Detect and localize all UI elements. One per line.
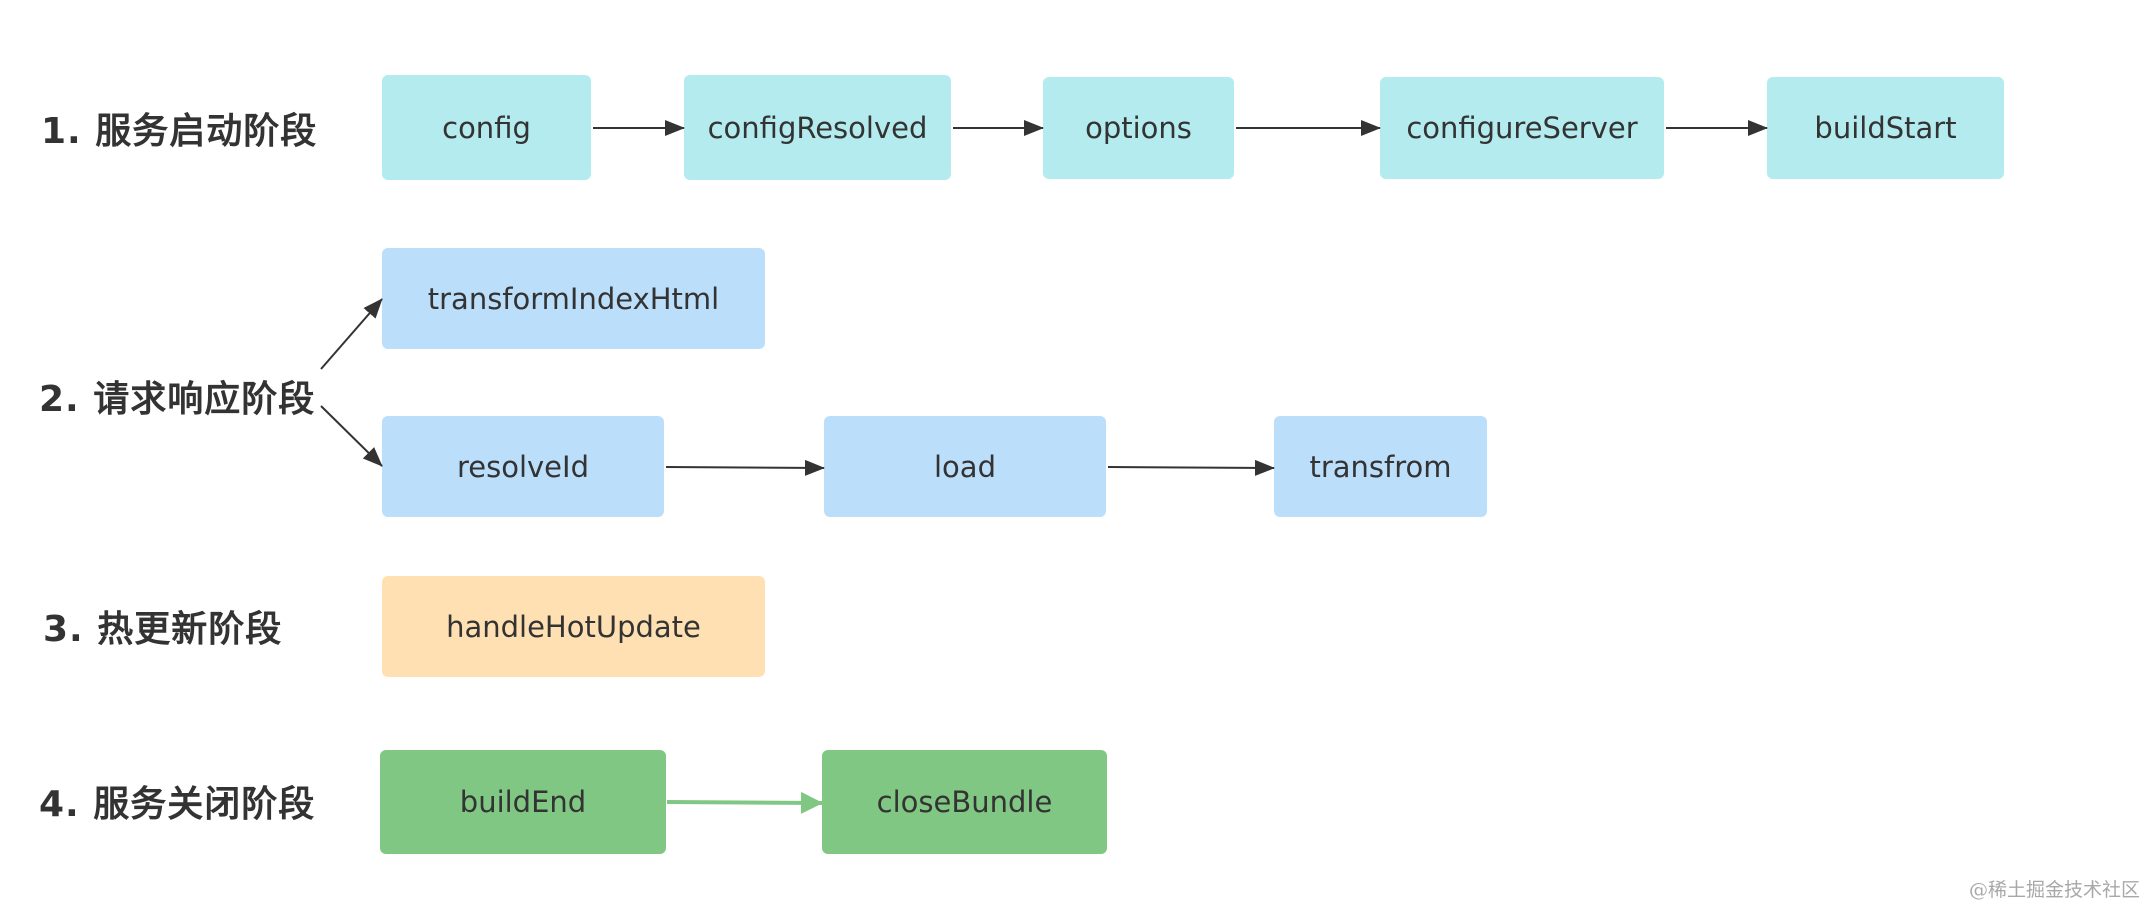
watermark: @稀土掘金技术社区 <box>1968 879 2140 901</box>
node-config: config <box>382 75 591 180</box>
node-options: options <box>1043 77 1234 179</box>
edge-stage2-resolveId <box>320 405 383 467</box>
edge-resolveId-load <box>665 459 825 476</box>
stage-label-hot-update: 3. 热更新阶段 <box>43 609 283 650</box>
stage-label-startup: 1. 服务启动阶段 <box>41 111 318 152</box>
node-configResolved: configResolved <box>684 75 951 180</box>
stage-label-request: 2. 请求响应阶段 <box>39 379 316 420</box>
node-buildStart: buildStart <box>1767 77 2004 179</box>
edge-buildEnd-closeBundle <box>666 791 823 814</box>
node-handleHotUpdate: handleHotUpdate <box>382 576 765 677</box>
node-resolveId: resolveId <box>382 416 664 517</box>
node-load: load <box>824 416 1106 517</box>
node-transformIndexHtml: transformIndexHtml <box>382 248 765 349</box>
edge-stage2-transformIndexHtml <box>320 298 383 370</box>
edge-load-transfrom <box>1107 459 1275 476</box>
node-transfrom: transfrom <box>1274 416 1487 517</box>
stage-label-shutdown: 4. 服务关闭阶段 <box>39 784 316 825</box>
node-buildEnd: buildEnd <box>380 750 666 854</box>
node-configureServer: configureServer <box>1380 77 1664 179</box>
node-closeBundle: closeBundle <box>822 750 1107 854</box>
